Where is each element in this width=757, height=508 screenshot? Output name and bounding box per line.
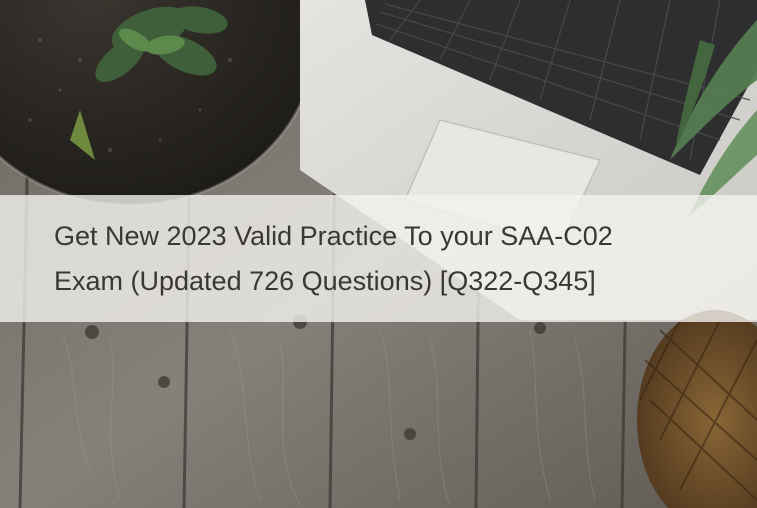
hero-banner-image: Get New 2023 Valid Practice To your SAA-… [0, 0, 757, 508]
article-title: Get New 2023 Valid Practice To your SAA-… [54, 214, 744, 304]
title-line-2: Exam (Updated 726 Questions) [Q322-Q345] [54, 266, 596, 296]
title-line-1: Get New 2023 Valid Practice To your SAA-… [54, 221, 613, 251]
